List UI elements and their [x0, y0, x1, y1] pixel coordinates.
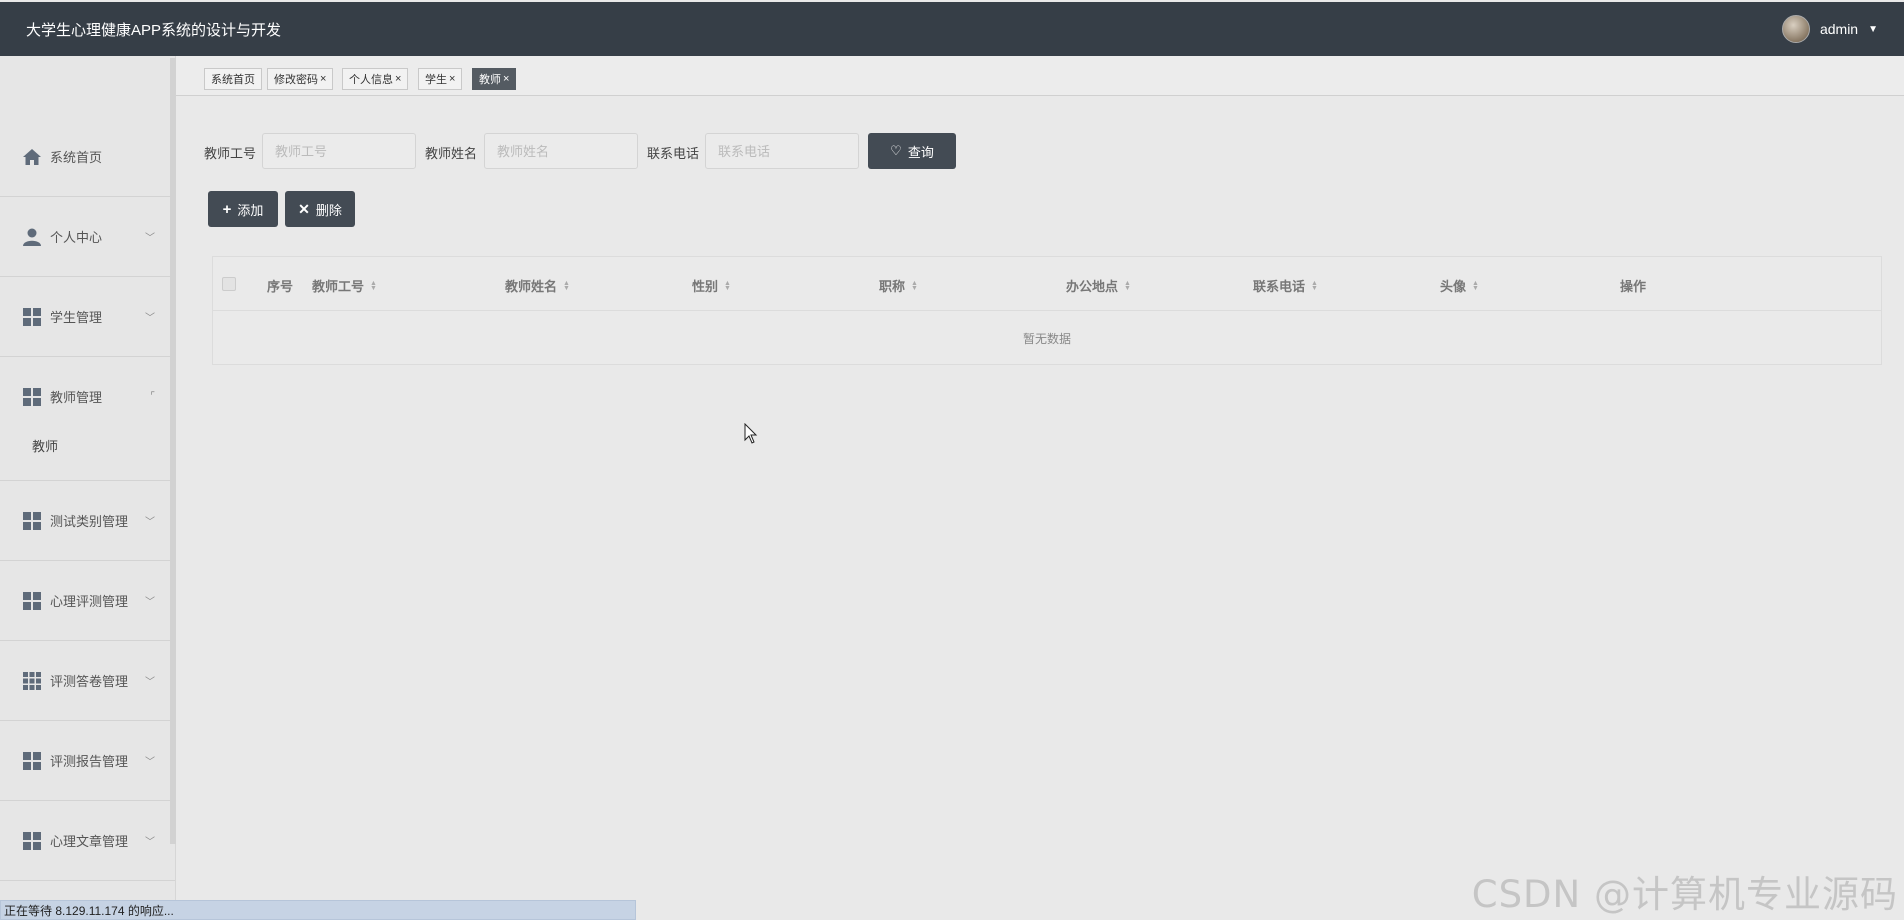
sidebar-item-articles[interactable]: 心理文章管理 ﹀ [0, 801, 175, 881]
table-header: 序号 教师工号 ▲ ▼ 教师姓名 ▲ ▼ 性别 ▲ ▼ 职称 ▲ ▼ 办公地点 ▲ ▼ 联系电话 ▲ ▼… [213, 257, 1881, 311]
sidebar-item-students[interactable]: 学生管理 ﹀ [0, 277, 175, 357]
sort-icon[interactable]: ▲ ▼ [1472, 280, 1479, 292]
sidebar-scrollbar[interactable] [170, 58, 176, 844]
sidebar-item-home[interactable]: 系统首页 [0, 117, 175, 197]
x-icon: ✕ [298, 200, 310, 217]
top-header: 大学生心理健康APP系统的设计与开发 admin ▼ [0, 2, 1904, 56]
plus-icon: + [222, 200, 232, 218]
teacher-table: 序号 教师工号 ▲ ▼ 教师姓名 ▲ ▼ 性别 ▲ ▼ 职称 ▲ ▼ 办公地点 ▲ ▼ 联系电话 ▲ ▼… [212, 256, 1882, 365]
sidebar-item-test-categories[interactable]: 测试类别管理 ﹀ [0, 481, 175, 561]
table-empty-text: 暂无数据 [1022, 331, 1071, 346]
caret-down-icon: ▼ [1868, 23, 1878, 35]
sidebar-item-label: 心理评测管理 [50, 594, 129, 609]
sidebar-item-label: 评测报告管理 [50, 754, 129, 769]
tab-label: 修改密码 [274, 74, 318, 86]
query-button-label: 查询 [907, 144, 934, 160]
tab-bar: 系统首页 修改密码 × 个人信息 × 学生 × 教师 × [176, 56, 1904, 96]
teacher-name-label: 教师姓名 [425, 146, 478, 161]
watermark: CSDN @计算机专业源码 [1471, 873, 1898, 916]
sort-icon[interactable]: ▲ ▼ [724, 280, 731, 292]
chevron-down-icon: ﹀ [145, 233, 155, 244]
avatar [1781, 15, 1810, 43]
tab-label: 个人信息 [349, 74, 393, 86]
tab-teachers[interactable]: 教师 × [472, 68, 517, 90]
sort-icon[interactable]: ▲ ▼ [911, 280, 918, 292]
sort-icon[interactable]: ▲ ▼ [370, 280, 377, 292]
close-icon[interactable]: × [503, 73, 509, 85]
tab-label: 系统首页 [211, 74, 255, 86]
sort-icon[interactable]: ▲ ▼ [563, 280, 570, 292]
chevron-down-icon: ﹀ [145, 313, 155, 324]
grid-icon [22, 751, 42, 771]
chevron-down-icon: ﹀ [145, 757, 155, 768]
chevron-up-icon: ⌜ [150, 391, 155, 403]
close-icon[interactable]: × [395, 73, 401, 85]
add-button[interactable]: + 添加 [208, 191, 278, 227]
grid-icon [22, 591, 42, 611]
app-title: 大学生心理健康APP系统的设计与开发 [26, 21, 282, 39]
add-button-label: 添加 [237, 202, 264, 218]
grid-icon [22, 831, 42, 851]
submenu-item-teacher[interactable]: 教师 [0, 436, 175, 480]
teacher-id-input[interactable] [262, 133, 416, 169]
sidebar-item-label: 系统首页 [50, 150, 103, 165]
tab-home[interactable]: 系统首页 [204, 68, 262, 90]
delete-button[interactable]: ✕ 删除 [285, 191, 355, 227]
user-menu[interactable]: admin ▼ [1781, 15, 1878, 43]
sidebar-item-label: 学生管理 [50, 310, 103, 325]
select-all-checkbox[interactable] [222, 277, 236, 291]
column-header-gender[interactable]: 性别 ▲ ▼ [692, 276, 731, 295]
tab-label: 学生 [425, 74, 447, 86]
sidebar-item-teachers[interactable]: 教师管理 ⌜ 教师 [0, 357, 175, 481]
username: admin [1819, 21, 1859, 37]
sidebar-item-label: 个人中心 [50, 230, 103, 245]
sidebar-item-label: 测试类别管理 [50, 514, 129, 529]
sidebar: 系统首页 个人中心 ﹀ 学生管理 ﹀ 教师管理 ⌜ 教师 测试类别管理 ﹀ 心理… [0, 56, 176, 920]
column-header-teacher-name[interactable]: 教师姓名 ▲ ▼ [505, 276, 570, 295]
tab-personal-info[interactable]: 个人信息 × [342, 68, 409, 90]
phone-label: 联系电话 [647, 146, 700, 161]
query-button[interactable]: ♡ 查询 [868, 133, 956, 169]
sort-icon[interactable]: ▲ ▼ [1124, 280, 1131, 292]
grid-icon [22, 387, 42, 407]
sidebar-item-reports[interactable]: 评测报告管理 ﹀ [0, 721, 175, 801]
column-header-actions: 操作 [1620, 279, 1647, 294]
mouse-cursor-icon [744, 423, 758, 444]
sidebar-item-label: 教师管理 [50, 390, 103, 406]
tab-students[interactable]: 学生 × [418, 68, 463, 90]
table-grid-icon [22, 671, 42, 691]
browser-status-bar: 正在等待 8.129.11.174 的响应... [0, 900, 636, 920]
sidebar-item-answer-sheets[interactable]: 评测答卷管理 ﹀ [0, 641, 175, 721]
phone-input[interactable] [705, 133, 859, 169]
tab-change-password[interactable]: 修改密码 × [267, 68, 334, 90]
column-header-title[interactable]: 职称 ▲ ▼ [879, 276, 918, 295]
close-icon[interactable]: × [449, 73, 455, 85]
grid-icon [22, 511, 42, 531]
column-header-teacher-id[interactable]: 教师工号 ▲ ▼ [312, 276, 377, 295]
tab-label: 教师 [479, 74, 501, 86]
sidebar-item-label: 心理文章管理 [50, 834, 129, 849]
chevron-down-icon: ﹀ [145, 677, 155, 688]
chevron-down-icon: ﹀ [145, 517, 155, 528]
column-header-phone[interactable]: 联系电话 ▲ ▼ [1253, 276, 1318, 295]
sidebar-item-label: 评测答卷管理 [50, 674, 129, 689]
delete-button-label: 删除 [315, 202, 342, 218]
chevron-down-icon: ﹀ [145, 837, 155, 848]
user-icon [22, 227, 42, 247]
column-header-office[interactable]: 办公地点 ▲ ▼ [1066, 276, 1131, 295]
sort-icon[interactable]: ▲ ▼ [1311, 280, 1318, 292]
sidebar-item-personal-center[interactable]: 个人中心 ﹀ [0, 197, 175, 277]
heart-icon: ♡ [890, 143, 902, 158]
teacher-id-label: 教师工号 [204, 146, 257, 161]
close-icon[interactable]: × [320, 73, 326, 85]
sidebar-item-psych-assessment[interactable]: 心理评测管理 ﹀ [0, 561, 175, 641]
column-header-avatar[interactable]: 头像 ▲ ▼ [1440, 276, 1479, 295]
home-icon [22, 147, 42, 167]
teacher-name-input[interactable] [484, 133, 638, 169]
column-header-index: 序号 [267, 279, 294, 294]
chevron-down-icon: ﹀ [145, 597, 155, 608]
grid-icon [22, 307, 42, 327]
